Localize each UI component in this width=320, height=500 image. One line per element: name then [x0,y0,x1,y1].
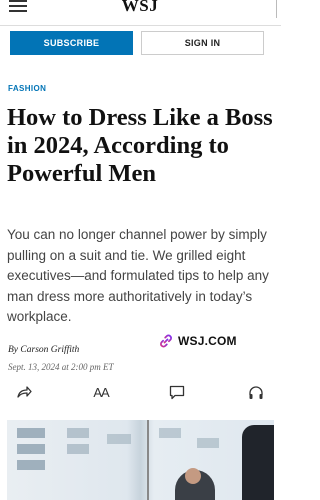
article-headline: How to Dress Like a Boss in 2024, Accord… [7,104,273,187]
link-icon [160,334,172,348]
listen-button[interactable] [247,383,265,401]
suit-shoulder [242,425,274,500]
hamburger-menu-icon[interactable] [9,0,27,12]
wsj-link-badge[interactable]: WSJ.COM [158,332,237,350]
subscribe-button[interactable]: SUBSCRIBE [10,31,133,55]
scroll-edge [276,0,277,18]
article-dek: You can no longer channel power by simpl… [7,227,269,324]
byline: By Carson Griffith [8,345,79,355]
share-icon [17,386,32,398]
section-label[interactable]: FASHION [8,84,46,93]
comments-button[interactable] [168,383,186,401]
article-hero-image [7,420,274,500]
byline-prefix: By [8,345,19,355]
link-badge-text: WSJ.COM [178,334,237,348]
man-head [185,468,201,484]
comment-icon [169,385,185,399]
wsj-logo[interactable]: WSJ [120,0,160,16]
publish-date: Sept. 13, 2024 at 2:00 pm ET [8,362,114,372]
top-bar: WSJ [0,0,281,22]
header-divider [0,25,281,26]
author-link[interactable]: Carson Griffith [20,345,79,355]
text-size-button[interactable]: AA [89,383,113,401]
headphones-icon [249,385,263,399]
window-frame [147,420,149,500]
share-button[interactable] [15,383,33,401]
sign-in-button[interactable]: SIGN IN [141,31,264,55]
text-size-label: AA [93,384,109,400]
